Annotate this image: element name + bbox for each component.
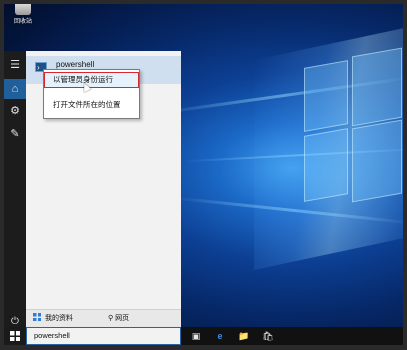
screen-frame: 回收站 ☰ ⌂ ⚙ ✎ ⏻ › powershell 以管理员身份运行 打开文件…	[0, 0, 407, 350]
taskbar: powershell ▣ e 📁 🛍	[4, 327, 403, 345]
context-menu-run-as-admin[interactable]: 以管理员身份运行	[44, 72, 139, 88]
taskbar-search-input[interactable]: powershell	[26, 327, 181, 345]
wallpaper-logo-pane	[352, 119, 402, 203]
scope-my-stuff-label: 我的资料	[45, 315, 73, 322]
recycle-bin-icon	[15, 4, 31, 15]
start-rail: ☰ ⌂ ⚙ ✎ ⏻	[4, 51, 26, 327]
scope-web[interactable]: ⚲ 网页	[108, 313, 129, 323]
context-menu-open-file-location[interactable]: 打开文件所在的位置	[44, 97, 139, 113]
context-menu: 以管理员身份运行 打开文件所在的位置	[43, 69, 140, 119]
search-scope-bar: 我的资料 ⚲ 网页	[26, 309, 181, 328]
recycle-bin[interactable]: 回收站	[6, 4, 40, 25]
start-search-panel: › powershell 以管理员身份运行 打开文件所在的位置 我的资料 ⚲ 网…	[26, 51, 181, 328]
windows-mini-icon	[33, 313, 41, 321]
start-button[interactable]	[4, 327, 26, 345]
task-view-icon[interactable]: ▣	[189, 330, 203, 342]
hamburger-icon[interactable]: ☰	[4, 55, 26, 75]
search-icon: ⚲	[108, 315, 114, 322]
desktop[interactable]: 回收站 ☰ ⌂ ⚙ ✎ ⏻ › powershell 以管理员身份运行 打开文件…	[4, 4, 403, 345]
settings-icon[interactable]: ⚙	[4, 101, 26, 121]
home-icon[interactable]: ⌂	[4, 79, 26, 99]
file-explorer-icon[interactable]: 📁	[237, 330, 251, 342]
scope-web-label: 网页	[115, 315, 130, 322]
store-icon[interactable]: 🛍	[261, 330, 275, 342]
scope-my-stuff[interactable]: 我的资料	[33, 313, 73, 323]
wallpaper-logo-pane	[304, 60, 348, 132]
feedback-icon[interactable]: ✎	[4, 124, 26, 144]
best-match-name: powershell	[56, 60, 95, 69]
wallpaper-logo-pane	[352, 47, 402, 127]
wallpaper-logo-pane	[304, 128, 348, 202]
windows-logo-icon	[10, 331, 20, 341]
edge-icon[interactable]: e	[213, 330, 227, 342]
recycle-bin-label: 回收站	[13, 19, 32, 25]
